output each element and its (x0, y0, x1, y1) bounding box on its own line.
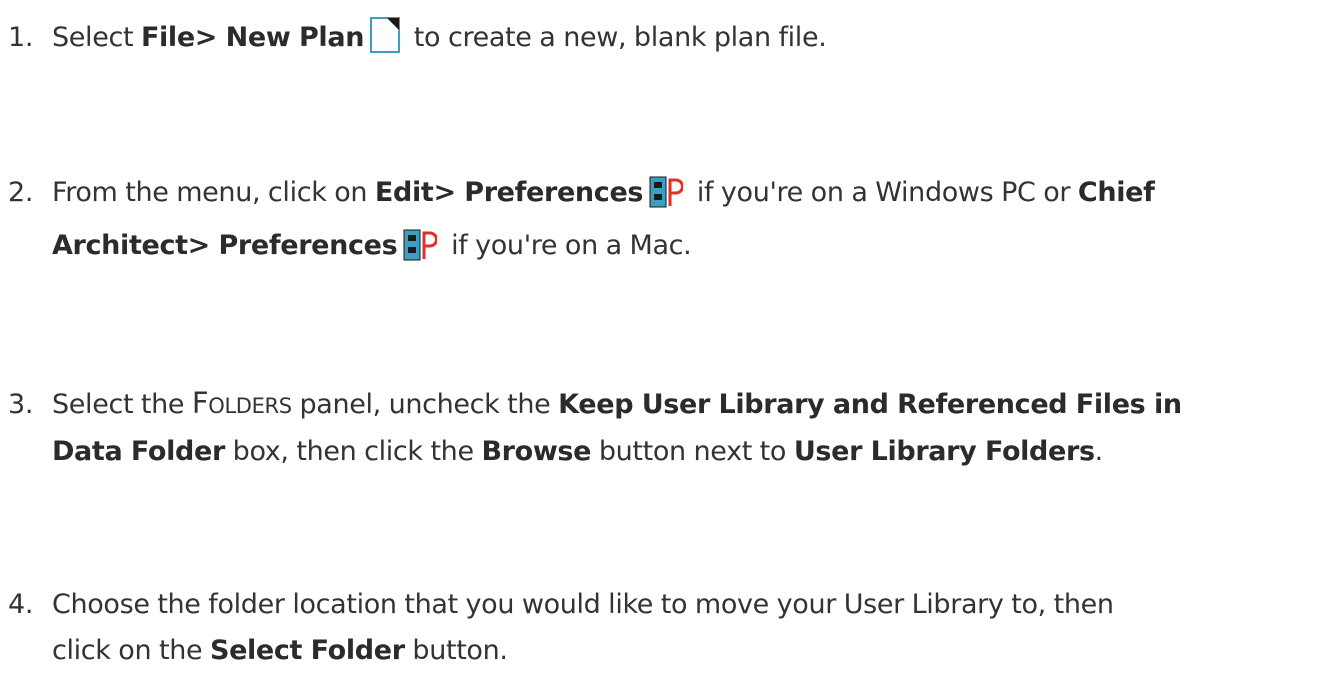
preferences-icon (403, 229, 439, 276)
new-plan-icon (370, 17, 401, 68)
step-number: 1. (8, 22, 34, 53)
step-text: button next to (591, 436, 794, 467)
step-text: Select the (52, 389, 192, 420)
step-text: . (1094, 436, 1104, 467)
step-3: 3. Select the FOLDERS panel, uncheck the … (8, 380, 1328, 475)
step-text: From the menu, click on (52, 177, 375, 208)
preferences-icon (649, 176, 685, 223)
step-3-line-2: Data Folder box, then click the Browse b… (8, 429, 1328, 475)
step-1: 1. Select File> New Plan to create a new,… (8, 15, 1328, 68)
step-2: 2. From the menu, click on Edit> Preferen… (8, 170, 1328, 276)
select-folder-button-label: Select Folder (209, 635, 405, 666)
step-text: box, then click the (224, 436, 482, 467)
step-text: click on the (52, 635, 210, 666)
step-text: panel, uncheck the (291, 389, 559, 420)
menu-path-chief: Chief (1077, 177, 1155, 208)
step-text: Select (52, 22, 141, 53)
step-4-line-2: click on the Select Folder button. (8, 628, 1328, 674)
option-data-folder: Data Folder (52, 436, 225, 467)
menu-path-architect-preferences: Architect> Preferences (52, 230, 398, 261)
step-text: if you're on a Windows PC or (689, 177, 1078, 208)
step-4: 4. Choose the folder location that you wo… (8, 582, 1328, 674)
panel-name-folders: FOLDERS (191, 386, 292, 420)
step-text: if you're on a Mac. (443, 230, 692, 261)
menu-path-edit-preferences: Edit> Preferences (374, 177, 644, 208)
step-2-line-2: Architect> Preferences if you're on a Ma… (8, 223, 1328, 276)
step-number: 4. (8, 589, 34, 620)
option-keep-user-library: Keep User Library and Referenced Files i… (558, 389, 1182, 420)
step-number: 3. (8, 389, 34, 420)
browse-button-label: Browse (481, 436, 592, 467)
step-number: 2. (8, 177, 34, 208)
menu-path-file-new-plan: File> New Plan (140, 22, 365, 53)
step-text: to create a new, blank plan file. (406, 22, 827, 53)
user-library-folders-label: User Library Folders (793, 436, 1095, 467)
step-text: Choose the folder location that you woul… (52, 589, 1114, 620)
step-text: button. (404, 635, 508, 666)
